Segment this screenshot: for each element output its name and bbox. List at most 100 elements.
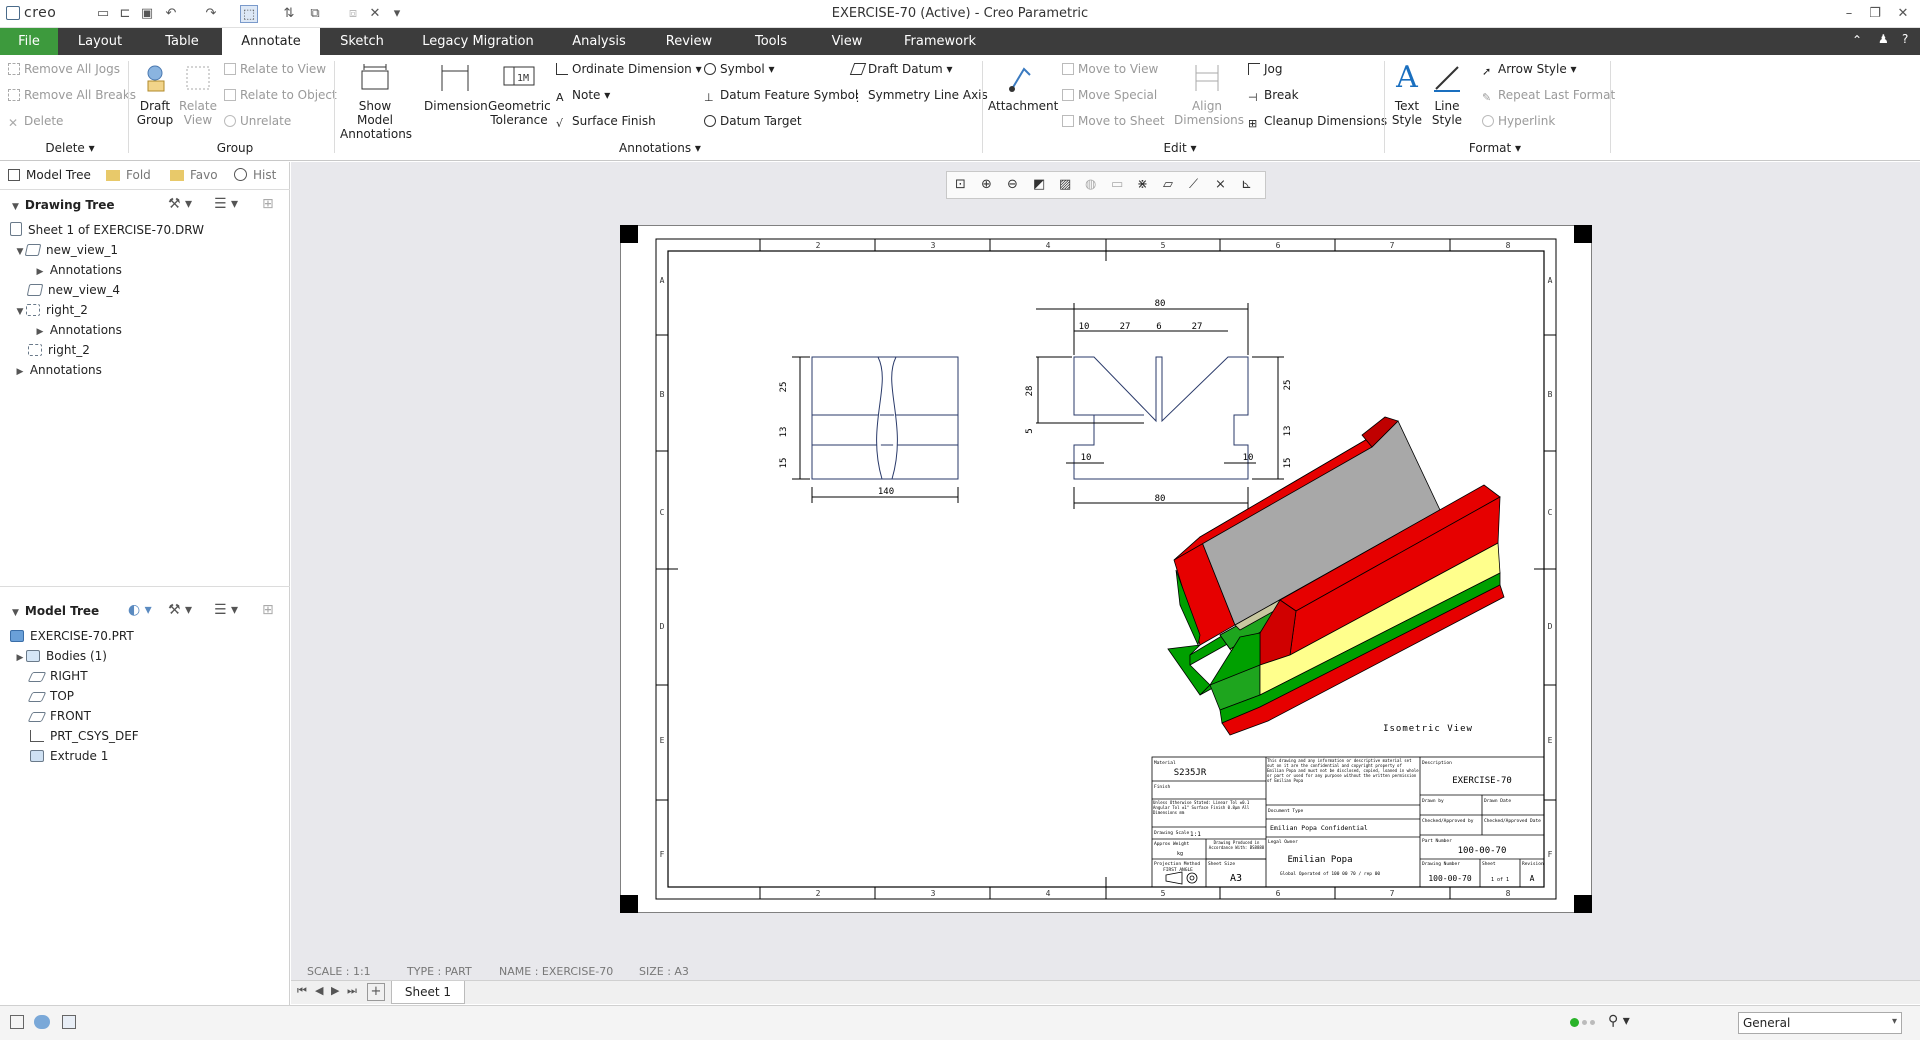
unrelate-button[interactable]: Unrelate	[224, 113, 291, 129]
geometric-tolerance-button[interactable]: 1M Geometric Tolerance	[488, 61, 551, 127]
tree-settings-icon[interactable]: ⚒ ▾	[168, 602, 192, 618]
datum-target-button[interactable]: Datum Target	[704, 113, 802, 129]
navigator-toggle-icon[interactable]	[10, 1015, 24, 1029]
datum-feature-symbol-button[interactable]: ⊥ Datum Feature Symbol	[704, 87, 858, 104]
symbol-button[interactable]: Symbol ▾	[704, 61, 775, 77]
tree-filter-icon[interactable]: ⊞	[262, 602, 274, 618]
tab-tools[interactable]: Tools	[746, 28, 796, 55]
tree-item-view[interactable]: ▼ new_view_1	[14, 240, 119, 260]
align-dimensions-button[interactable]: Align Dimensions	[1174, 61, 1244, 127]
drawing-tree-header[interactable]: ▼ Drawing Tree	[12, 198, 114, 212]
format-group-label[interactable]: Format ▾	[1460, 141, 1530, 155]
tree-show-icon[interactable]: ☰ ▾	[214, 602, 238, 618]
ordinate-dimension-button[interactable]: Ordinate Dimension ▾	[556, 61, 702, 77]
relate-to-object-button[interactable]: Relate to Object	[224, 87, 337, 103]
tree-item-plane[interactable]: RIGHT	[27, 666, 88, 686]
tab-view[interactable]: View	[822, 28, 872, 55]
tree-item-annotations[interactable]: ▶ Annotations	[34, 320, 122, 340]
tree-item-view[interactable]: ▼ right_2	[14, 300, 88, 320]
saved-views-icon[interactable]: ◍	[1085, 177, 1096, 192]
repaint-icon[interactable]: ◩	[1033, 177, 1045, 192]
attachment-button[interactable]: Attachment	[988, 61, 1058, 113]
tree-settings-icon[interactable]: ⚒ ▾	[168, 196, 192, 212]
collapse-ribbon-icon[interactable]: ⌃	[1852, 33, 1862, 47]
tree-item-part[interactable]: EXERCISE-70.PRT	[10, 626, 134, 646]
tab-model-tree[interactable]: Model Tree	[8, 168, 91, 182]
move-special-button[interactable]: Move Special	[1062, 87, 1157, 103]
tree-filter-icon[interactable]: ⊞	[262, 196, 274, 212]
note-button[interactable]: A Note ▾	[556, 87, 610, 104]
tree-item-annotations[interactable]: ▶ Annotations	[14, 360, 102, 380]
full-screen-icon[interactable]	[62, 1015, 76, 1029]
display-style-icon[interactable]: ▨	[1059, 177, 1071, 192]
notification-icon[interactable]: ♟	[1878, 32, 1889, 46]
tab-analysis[interactable]: Analysis	[568, 28, 630, 55]
tab-table[interactable]: Table	[150, 28, 214, 55]
relate-view-button[interactable]: Relate View	[178, 61, 218, 127]
tab-annotate[interactable]: Annotate	[222, 28, 320, 55]
symmetry-line-axis-button[interactable]: ⋮ Symmetry Line Axis	[852, 87, 988, 104]
previous-sheet-icon[interactable]: ◀	[315, 984, 323, 997]
tab-layout[interactable]: Layout	[70, 28, 130, 55]
tab-framework[interactable]: Framework	[898, 28, 982, 55]
tree-item-bodies[interactable]: ▶ Bodies (1)	[14, 646, 107, 666]
tab-favorites[interactable]: Favo	[170, 168, 218, 182]
tree-item-view[interactable]: new_view_4	[26, 280, 120, 300]
axis-display-icon[interactable]: ⟋	[1189, 177, 1198, 192]
tab-review[interactable]: Review	[660, 28, 718, 55]
remove-all-breaks-button[interactable]: Remove All Breaks	[8, 87, 136, 103]
find-icon[interactable]: ⚲ ▾	[1608, 1013, 1630, 1029]
draft-datum-button[interactable]: Draft Datum ▾	[849, 61, 953, 77]
close-icon[interactable]: ✕	[1894, 5, 1912, 23]
maximize-icon[interactable]: ❐	[1866, 5, 1884, 23]
first-sheet-icon[interactable]: ⏮	[297, 984, 307, 998]
dimension-button[interactable]: Dimension	[424, 61, 488, 113]
datum-display-icon[interactable]: ⋇	[1137, 177, 1148, 192]
next-sheet-icon[interactable]: ▶	[331, 984, 339, 997]
tree-item-csys[interactable]: PRT_CSYS_DEF	[30, 726, 139, 746]
drawing-sheet[interactable]: 2345678 2345678 ABCDEF ABCDEF 140 25 13 …	[620, 225, 1592, 913]
browser-toggle-icon[interactable]	[34, 1015, 50, 1029]
add-sheet-icon[interactable]: +	[367, 983, 385, 1001]
text-style-button[interactable]: A Text Style	[1388, 61, 1426, 128]
refit-icon[interactable]: ⊡	[955, 177, 966, 192]
tree-item-plane[interactable]: FRONT	[27, 706, 91, 726]
last-sheet-icon[interactable]: ⏭	[347, 984, 357, 998]
relate-to-view-button[interactable]: Relate to View	[224, 61, 326, 77]
remove-all-jogs-button[interactable]: Remove All Jogs	[8, 61, 120, 77]
zoom-in-icon[interactable]: ⊕	[981, 177, 992, 192]
draft-group-button[interactable]: Draft Group	[134, 61, 176, 127]
cleanup-dimensions-button[interactable]: ⊞ Cleanup Dimensions	[1248, 113, 1387, 130]
jog-button[interactable]: Jog	[1248, 61, 1283, 77]
break-button[interactable]: ⊣ Break	[1248, 87, 1299, 104]
tab-file[interactable]: File	[0, 28, 58, 55]
csys-display-icon[interactable]: ⊾	[1241, 177, 1252, 192]
zoom-out-icon[interactable]: ⊖	[1007, 177, 1018, 192]
delete-button[interactable]: ✕ Delete	[8, 113, 63, 129]
view-manager-icon[interactable]: ▭	[1111, 177, 1123, 192]
tree-item-plane[interactable]: TOP	[27, 686, 74, 706]
tab-history[interactable]: Hist	[234, 168, 276, 182]
model-tree-header[interactable]: ▼ Model Tree	[12, 604, 99, 618]
sheet-tab[interactable]: Sheet 1	[391, 981, 465, 1004]
edit-group-label[interactable]: Edit ▾	[1150, 141, 1210, 155]
repeat-last-format-button[interactable]: ✎ Repeat Last Format	[1482, 87, 1615, 104]
move-to-sheet-button[interactable]: Move to Sheet	[1062, 113, 1165, 129]
line-style-button[interactable]: Line Style	[1428, 61, 1466, 127]
tree-item-sheet[interactable]: Sheet 1 of EXERCISE-70.DRW	[10, 220, 204, 240]
point-display-icon[interactable]: ⨯	[1215, 177, 1226, 192]
help-icon[interactable]: ?	[1902, 32, 1908, 46]
tree-item-view[interactable]: right_2	[28, 340, 90, 360]
tree-item-annotations[interactable]: ▶ Annotations	[34, 260, 122, 280]
tab-legacy-migration[interactable]: Legacy Migration	[418, 28, 538, 55]
tab-folder[interactable]: Fold	[106, 168, 151, 182]
tree-item-extrude[interactable]: Extrude 1	[30, 746, 108, 766]
hyperlink-button[interactable]: Hyperlink	[1482, 113, 1555, 129]
surface-finish-button[interactable]: √ Surface Finish	[556, 113, 656, 130]
tab-sketch[interactable]: Sketch	[334, 28, 390, 55]
annotations-group-label[interactable]: Annotations ▾	[600, 141, 720, 155]
move-to-view-button[interactable]: Move to View	[1062, 61, 1158, 77]
show-model-annotations-button[interactable]: Show Model Annotations	[340, 61, 412, 141]
minimize-icon[interactable]: –	[1840, 5, 1858, 23]
delete-group-label[interactable]: Delete ▾	[40, 141, 100, 155]
